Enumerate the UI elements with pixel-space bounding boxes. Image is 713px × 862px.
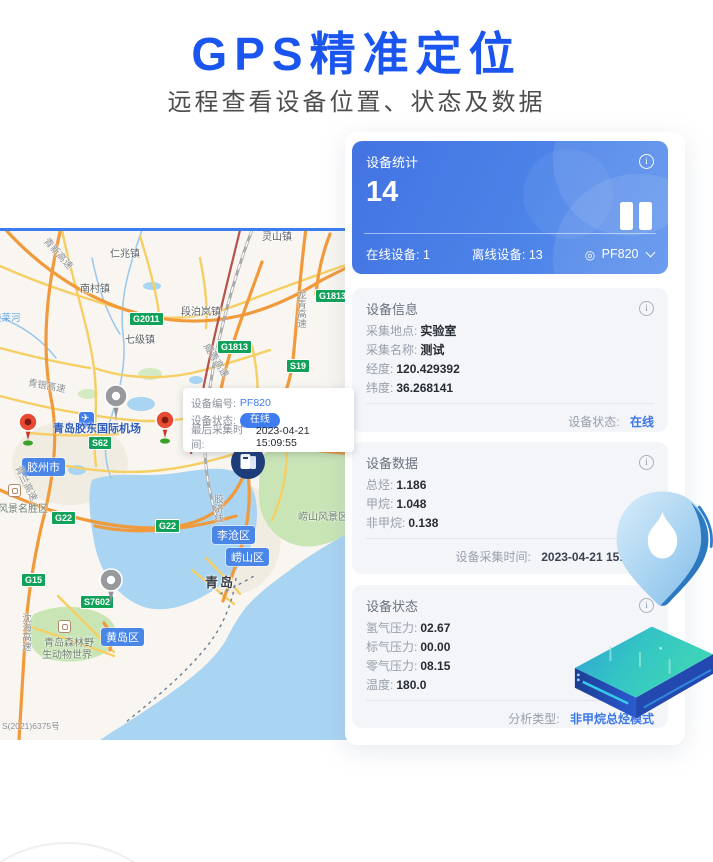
- chevron-down-icon: [646, 247, 656, 257]
- page-subtitle: 远程查看设备位置、状态及数据: [0, 82, 713, 117]
- route-badge: S19: [286, 359, 310, 373]
- map-town-label: 七级镇: [125, 331, 155, 346]
- data-row: 甲烷:1.048: [366, 498, 654, 511]
- map-tooltip: 设备编号: PF820 设备状态: 在线 最后采集时间: 2023-04-21 …: [183, 388, 354, 452]
- wildlife-poi-icon: [58, 620, 71, 633]
- road-name: 龙青高速: [293, 290, 307, 328]
- pause-icon[interactable]: [620, 202, 652, 230]
- device-selector[interactable]: PF820: [585, 247, 654, 261]
- red-map-pin[interactable]: [152, 410, 178, 446]
- scenic-poi-icon: [8, 484, 21, 497]
- map-top-edge: [0, 228, 354, 231]
- data-card-title: 设备数据: [366, 453, 418, 472]
- card-divider: [366, 403, 654, 404]
- data-card-footer: 设备采集时间: 2023-04-21 15:09:55: [366, 548, 654, 565]
- route-badge: S62: [88, 436, 112, 450]
- map-district-label: 黄岛区: [101, 628, 144, 646]
- river-label: 胶莱河: [0, 310, 21, 324]
- route-badge: G1813: [217, 340, 252, 354]
- location-pin-graphic: [612, 478, 713, 628]
- tooltip-time-label: 最后采集时间:: [191, 422, 252, 452]
- wildlife-label: 生动物世界: [42, 646, 92, 661]
- decorative-arc: [0, 842, 194, 862]
- status-card-title: 设备状态: [366, 596, 418, 615]
- route-badge: G22: [155, 519, 180, 533]
- map-town-label: 南村镇: [80, 280, 110, 295]
- info-row: 采集地点:实验室: [366, 325, 654, 338]
- card-divider: [366, 538, 654, 539]
- scenic-label: 风景名胜区: [0, 500, 48, 515]
- gray-map-pin[interactable]: [103, 384, 129, 426]
- offline-devices: 离线设备: 13: [472, 244, 543, 263]
- gray-map-pin[interactable]: [98, 568, 124, 610]
- stats-divider: [364, 233, 656, 234]
- city-label: 青岛: [205, 572, 235, 591]
- page-title: GPS精准定位: [0, 18, 713, 84]
- device-info-card: 设备信息 采集地点:实验室 采集名称:测试 经度:120.429392 纬度:3…: [352, 288, 668, 432]
- scenic-label: 崂山风景区: [298, 508, 348, 523]
- route-badge: G15: [21, 573, 46, 587]
- tooltip-device-no-label: 设备编号:: [191, 396, 236, 411]
- road-name: 胶济线: [210, 494, 224, 523]
- target-icon: [585, 248, 595, 262]
- info-row: 经度:120.429392: [366, 363, 654, 376]
- info-row: 采集名称:测试: [366, 344, 654, 357]
- map-town-label: 段泊岚镇: [181, 303, 221, 318]
- tooltip-device-no-row: 设备编号: PF820: [191, 395, 346, 411]
- map-town-label: 仁兆镇: [110, 245, 140, 260]
- map-district-label: 李沧区: [212, 526, 255, 544]
- online-devices: 在线设备: 1: [366, 244, 430, 263]
- info-icon[interactable]: [639, 154, 654, 169]
- page-root: GPS精准定位 远程查看设备位置、状态及数据: [0, 0, 713, 862]
- road-name: 沈海高速: [18, 613, 32, 651]
- red-map-pin[interactable]: [15, 412, 41, 448]
- info-icon[interactable]: [639, 455, 654, 470]
- info-icon[interactable]: [639, 301, 654, 316]
- info-card-title: 设备信息: [366, 299, 418, 318]
- data-row: 总烃:1.186: [366, 479, 654, 492]
- data-row: 非甲烷:0.138: [366, 517, 654, 530]
- stats-title: 设备统计: [366, 152, 418, 171]
- tooltip-device-no-value: PF820: [240, 397, 271, 409]
- info-card-footer: 设备状态: 在线: [366, 413, 654, 430]
- map-copyright: S(2021)6375号: [2, 720, 60, 732]
- device-stats-card: 设备统计 14 在线设备: 1 离线设备: 13 PF820: [352, 141, 668, 274]
- route-badge: G22: [51, 511, 76, 525]
- map[interactable]: 仁兆镇 南村镇 七级镇 段泊岚镇 灵山镇 胶州市 城阳区 李沧区 崂山区 黄岛区…: [0, 228, 354, 740]
- map-district-label: 崂山区: [226, 548, 269, 566]
- tooltip-time-value: 2023-04-21 15:09:55: [256, 425, 346, 449]
- tooltip-time-row: 最后采集时间: 2023-04-21 15:09:55: [191, 429, 346, 445]
- route-badge: G2011: [129, 312, 164, 326]
- device-3d-graphic: [565, 616, 713, 721]
- device-status-value: 在线: [630, 415, 654, 429]
- info-row: 纬度:36.268141: [366, 382, 654, 395]
